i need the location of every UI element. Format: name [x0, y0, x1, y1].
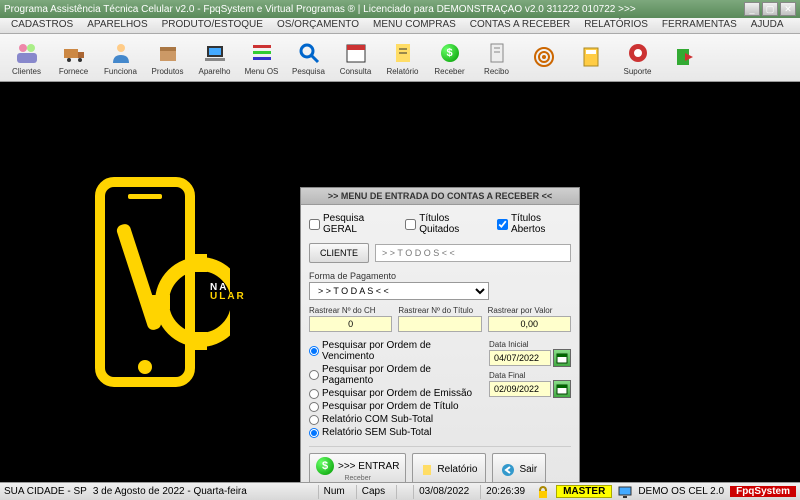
box-icon: [155, 40, 181, 66]
status-num: Num: [318, 485, 350, 499]
radio-ordem-vencimento[interactable]: Pesquisar por Ordem de Vencimento: [309, 340, 479, 362]
data-final-label: Data Final: [489, 371, 571, 380]
people-icon: [108, 40, 134, 66]
maximize-button[interactable]: ▢: [762, 2, 778, 16]
phone-gear-icon: [80, 172, 230, 412]
menu-aparelhos[interactable]: APARELHOS: [80, 18, 154, 33]
status-master: MASTER: [556, 485, 612, 498]
cliente-value: > > T O D O S < <: [375, 244, 571, 262]
money-icon: $: [316, 457, 334, 475]
close-button[interactable]: ✕: [780, 2, 796, 16]
data-final-cal-button[interactable]: [553, 380, 571, 398]
tool-produtos[interactable]: Produtos: [145, 36, 190, 80]
menubar: CADASTROS APARELHOS PRODUTO/ESTOQUE OS/O…: [0, 18, 800, 34]
back-icon: [501, 463, 515, 477]
laptop-icon: [202, 40, 228, 66]
radio-ordem-emissao[interactable]: Pesquisar por Ordem de Emissão: [309, 388, 479, 399]
data-inicial-cal-button[interactable]: [553, 349, 571, 367]
search-icon: [296, 40, 322, 66]
minimize-button[interactable]: _: [744, 2, 760, 16]
money-icon: $: [437, 40, 463, 66]
tool-consulta[interactable]: Consulta: [333, 36, 378, 80]
contas-receber-dialog: >> MENU DE ENTRADA DO CONTAS A RECEBER <…: [300, 187, 580, 482]
chk-titulos-quitados[interactable]: Títulos Quitados: [405, 213, 485, 235]
tool-menu-os[interactable]: Menu OS: [239, 36, 284, 80]
tool-calc[interactable]: [568, 36, 613, 80]
truck-icon: [61, 40, 87, 66]
rastrear-ch-input[interactable]: [309, 316, 392, 332]
status-caps: Caps: [356, 485, 390, 499]
status-city: SUA CIDADE - SP: [4, 486, 87, 497]
data-final-input[interactable]: [489, 381, 551, 397]
menu-os-orcamento[interactable]: OS/ORÇAMENTO: [270, 18, 366, 33]
calendar-icon: [343, 40, 369, 66]
status-demo: DEMO OS CEL 2.0: [638, 486, 724, 497]
relatorio-button[interactable]: Relatório: [412, 453, 486, 482]
cliente-button[interactable]: CLIENTE: [309, 243, 369, 263]
support-icon: [625, 40, 651, 66]
status-date: 03/08/2022: [413, 485, 474, 499]
entrar-button[interactable]: $>>> ENTRAR Receber: [309, 453, 406, 482]
window-titlebar: Programa Assistência Técnica Celular v2.…: [0, 0, 800, 18]
dialog-title: >> MENU DE ENTRADA DO CONTAS A RECEBER <…: [301, 188, 579, 205]
radio-ordem-titulo[interactable]: Pesquisar por Ordem de Título: [309, 401, 479, 412]
statusbar: SUA CIDADE - SP 3 de Agosto de 2022 - Qu…: [0, 482, 800, 500]
tool-pesquisa[interactable]: Pesquisa: [286, 36, 331, 80]
rastrear-valor-label: Rastrear por Valor: [488, 306, 571, 315]
workspace: NA ULAR >> MENU DE ENTRADA DO CONTAS A R…: [0, 82, 800, 482]
chk-titulos-abertos[interactable]: Títulos Abertos: [497, 213, 571, 235]
menu-icon: [249, 40, 275, 66]
status-brand: FpqSystem: [730, 486, 796, 497]
target-icon: [531, 44, 557, 70]
tool-aparelho[interactable]: Aparelho: [192, 36, 237, 80]
sair-button[interactable]: Sair: [492, 453, 546, 482]
menu-ajuda[interactable]: AJUDA: [744, 18, 791, 33]
menu-ferramentas[interactable]: FERRAMENTAS: [655, 18, 744, 33]
window-title: Programa Assistência Técnica Celular v2.…: [4, 4, 636, 15]
tool-target[interactable]: [521, 36, 566, 80]
menu-compras[interactable]: MENU COMPRAS: [366, 18, 463, 33]
users-icon: [14, 40, 40, 66]
monitor-icon: [618, 485, 632, 499]
forma-pagamento-label: Forma de Pagamento: [309, 271, 396, 281]
rastrear-ch-label: Rastrear Nº do CH: [309, 306, 392, 315]
calc-icon: [578, 44, 604, 70]
tool-clientes[interactable]: Clientes: [4, 36, 49, 80]
calendar-icon: [556, 352, 568, 364]
menu-contas-receber[interactable]: CONTAS A RECEBER: [463, 18, 577, 33]
lock-icon: [536, 485, 550, 499]
tool-funciona[interactable]: Funciona: [98, 36, 143, 80]
rastrear-valor-input[interactable]: [488, 316, 571, 332]
chk-pesquisa-geral[interactable]: Pesquisa GERAL: [309, 213, 393, 235]
forma-pagamento-select[interactable]: > > T O D A S < <: [309, 282, 489, 300]
menu-relatorios[interactable]: RELATÓRIOS: [577, 18, 655, 33]
tool-exit[interactable]: [662, 36, 707, 80]
tool-suporte[interactable]: Suporte: [615, 36, 660, 80]
receipt-icon: [484, 40, 510, 66]
tool-recibo[interactable]: Recibo: [474, 36, 519, 80]
data-inicial-input[interactable]: [489, 350, 551, 366]
data-inicial-label: Data Inicial: [489, 340, 571, 349]
tool-receber[interactable]: $Receber: [427, 36, 472, 80]
report-icon: [390, 40, 416, 66]
menu-cadastros[interactable]: CADASTROS: [4, 18, 80, 33]
status-empty: [396, 485, 407, 499]
radio-sem-subtotal[interactable]: Relatório SEM Sub-Total: [309, 427, 479, 438]
rastrear-titulo-label: Rastrear Nº do Título: [398, 306, 481, 315]
brand-text: NA ULAR: [210, 283, 246, 301]
window-controls: _ ▢ ✕: [744, 2, 796, 16]
status-time: 20:26:39: [480, 485, 530, 499]
toolbar: Clientes Fornece Funciona Produtos Apare…: [0, 34, 800, 82]
radio-ordem-pagamento[interactable]: Pesquisar por Ordem de Pagamento: [309, 364, 479, 386]
exit-icon: [672, 44, 698, 70]
tool-fornece[interactable]: Fornece: [51, 36, 96, 80]
calendar-icon: [556, 383, 568, 395]
tool-relatorio[interactable]: Relatório: [380, 36, 425, 80]
rastrear-titulo-input[interactable]: [398, 316, 481, 332]
status-date-long: 3 de Agosto de 2022 - Quarta-feira: [93, 486, 247, 497]
menu-produto-estoque[interactable]: PRODUTO/ESTOQUE: [155, 18, 270, 33]
radio-com-subtotal[interactable]: Relatório COM Sub-Total: [309, 414, 479, 425]
report-icon: [421, 464, 433, 476]
